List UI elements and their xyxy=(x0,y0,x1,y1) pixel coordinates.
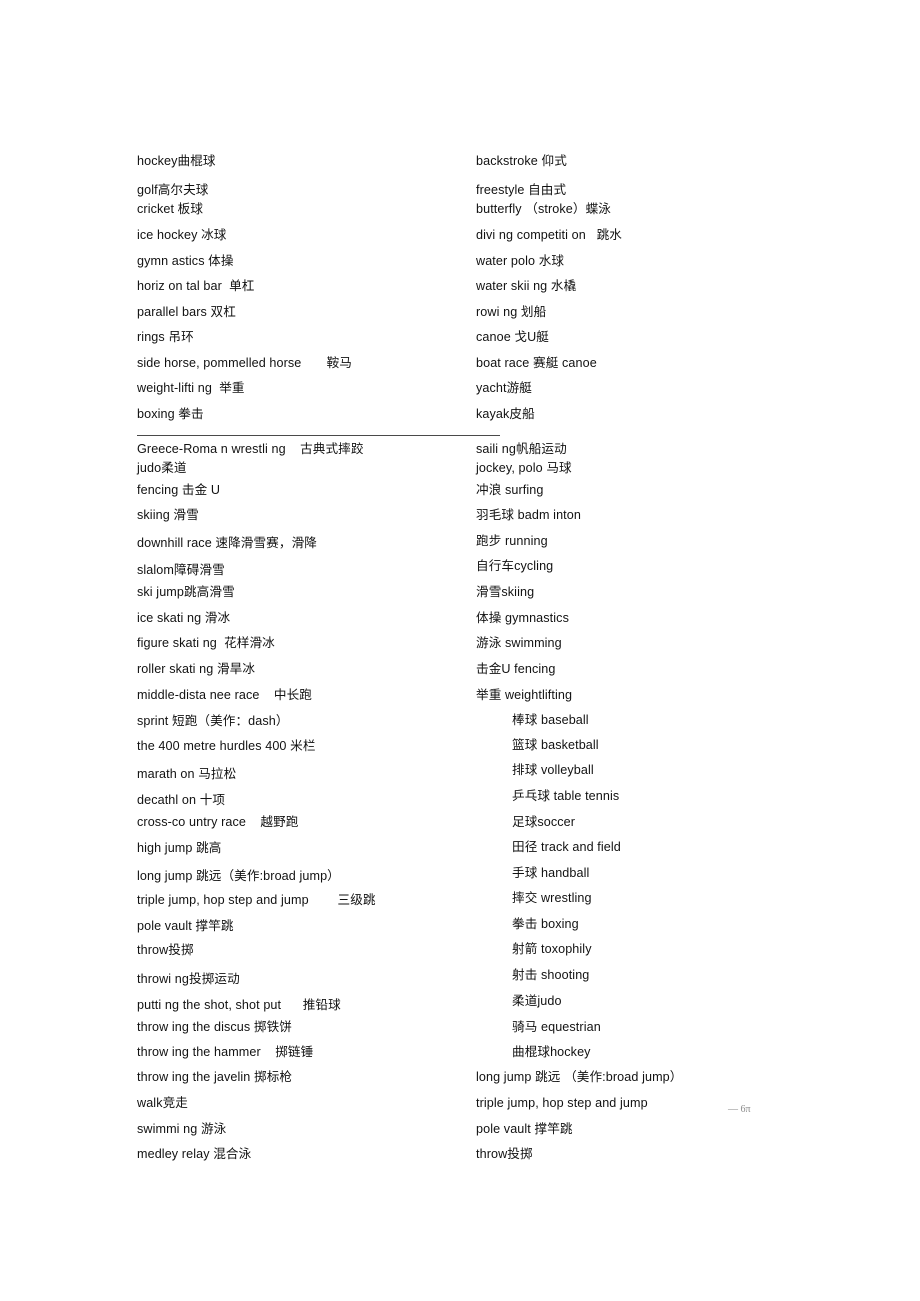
vocab-entry: 跑步 running xyxy=(476,534,548,548)
vocab-entry: weight-lifti ng 举重 xyxy=(137,381,245,395)
vocab-entry: Greece-Roma n wrestli ng 古典式摔跤 xyxy=(137,442,364,456)
vocab-entry: 排球 volleyball xyxy=(512,763,594,777)
vocab-entry: throwi ng投掷运动 xyxy=(137,972,240,986)
vocab-entry: water skii ng 水橇 xyxy=(476,279,577,293)
vocab-entry: butterfly （stroke）蝶泳 xyxy=(476,202,611,216)
vocab-entry: 举重 weightlifting xyxy=(476,688,573,702)
vocab-entry: horiz on tal bar 单杠 xyxy=(137,279,255,293)
vocab-entry: throw投掷 xyxy=(137,943,194,957)
document-page: hockey曲棍球 golf高尔夫球 cricket 板球 ice hockey 冰球… xyxy=(0,0,920,1301)
vocab-entry: 曲棍球hockey xyxy=(512,1045,591,1059)
vocab-entry: 滑雪skiing xyxy=(476,585,535,599)
vocab-entry: divi ng competiti on 跳水 xyxy=(476,228,622,242)
vocab-entry: 射击 shooting xyxy=(512,968,590,982)
vocab-entry: throw ing the discus 掷铁饼 xyxy=(137,1020,292,1034)
vocab-entry: saili ng帆船运动 xyxy=(476,442,567,456)
vocab-entry: medley relay 混合泳 xyxy=(137,1147,252,1161)
vocab-entry: 自行车cycling xyxy=(476,559,554,573)
vocab-entry: golf高尔夫球 xyxy=(137,183,209,197)
vocab-entry: throw ing the javelin 掷标枪 xyxy=(137,1070,293,1084)
vocab-entry: swimmi ng 游泳 xyxy=(137,1122,227,1136)
vocab-entry: rings 吊环 xyxy=(137,330,194,344)
vocab-entry: 摔交 wrestling xyxy=(512,891,592,905)
vocab-entry: cross-co untry race 越野跑 xyxy=(137,815,299,829)
vocab-entry: fencing 击金 U xyxy=(137,483,221,497)
vocab-entry: hockey曲棍球 xyxy=(137,154,216,168)
vocab-entry: backstroke 仰式 xyxy=(476,154,567,168)
vocab-entry: figure skati ng 花样滑冰 xyxy=(137,636,275,650)
vocab-entry: ice skati ng 滑冰 xyxy=(137,611,231,625)
vocab-entry: 射箭 toxophily xyxy=(512,942,592,956)
vocab-entry: decathl on 十项 xyxy=(137,793,226,807)
vocab-entry: boat race 赛艇 canoe xyxy=(476,356,597,370)
vocab-entry: 棒球 baseball xyxy=(512,713,589,727)
vocab-entry: side horse, pommelled horse 鞍马 xyxy=(137,356,352,370)
vocab-entry: triple jump, hop step and jump 三级跳 xyxy=(137,893,376,907)
section-divider-rule xyxy=(137,435,500,436)
vocab-entry: walk竞走 xyxy=(137,1096,188,1110)
vocab-entry: slalom障碍滑雪 xyxy=(137,563,225,577)
vocab-entry: water polo 水球 xyxy=(476,254,565,268)
vocab-entry: long jump 跳远 （美作:broad jump） xyxy=(476,1070,683,1084)
vocab-entry: rowi ng 划船 xyxy=(476,305,547,319)
vocab-entry: ski jump跳高滑雪 xyxy=(137,585,235,599)
vocab-entry: 冲浪 surfing xyxy=(476,483,544,497)
vocab-entry: cricket 板球 xyxy=(137,202,204,216)
vocab-entry: jockey, polo 马球 xyxy=(476,461,572,475)
vocab-entry: 羽毛球 badm inton xyxy=(476,508,581,522)
vocab-entry: putti ng the shot, shot put 推铅球 xyxy=(137,998,341,1012)
vocab-entry: 柔道judo xyxy=(512,994,562,1008)
vocab-entry: marath on 马拉松 xyxy=(137,767,237,781)
vocab-entry: middle-dista nee race 中长跑 xyxy=(137,688,312,702)
vocab-entry: 击金U fencing xyxy=(476,662,556,676)
vocab-entry: 游泳 swimming xyxy=(476,636,562,650)
vocab-entry: throw ing the hammer 掷链锤 xyxy=(137,1045,314,1059)
vocab-entry: boxing 拳击 xyxy=(137,407,204,421)
vocab-entry: 篮球 basketball xyxy=(512,738,599,752)
vocab-entry: parallel bars 双杠 xyxy=(137,305,236,319)
vocab-entry: judo柔道 xyxy=(137,461,187,475)
vocab-entry: 乒乓球 table tennis xyxy=(512,789,620,803)
vocab-entry: 骑马 equestrian xyxy=(512,1020,601,1034)
page-mark: — 6π xyxy=(728,1104,751,1115)
vocab-entry: long jump 跳远（美作:broad jump） xyxy=(137,869,340,883)
vocab-entry: skiing 滑雪 xyxy=(137,508,199,522)
vocab-entry: gymn astics 体操 xyxy=(137,254,234,268)
vocab-entry: pole vault 撑竿跳 xyxy=(476,1122,573,1136)
vocab-entry: roller skati ng 滑旱冰 xyxy=(137,662,256,676)
vocab-entry: throw投掷 xyxy=(476,1147,533,1161)
vocab-entry: downhill race 速降滑雪赛，滑降 xyxy=(137,536,317,550)
vocab-entry: 体操 gymnastics xyxy=(476,611,569,625)
vocab-entry: sprint 短跑（美作：dash） xyxy=(137,714,289,728)
vocab-entry: triple jump, hop step and jump xyxy=(476,1096,648,1110)
vocab-entry: canoe 戈U艇 xyxy=(476,330,549,344)
vocab-entry: freestyle 自由式 xyxy=(476,183,567,197)
vocab-entry: yacht游艇 xyxy=(476,381,532,395)
vocab-entry: the 400 metre hurdles 400 米栏 xyxy=(137,739,316,753)
vocab-entry: 足球soccer xyxy=(512,815,576,829)
vocab-entry: high jump 跳高 xyxy=(137,841,222,855)
vocab-entry: 拳击 boxing xyxy=(512,917,579,931)
vocab-entry: pole vault 撑竿跳 xyxy=(137,919,234,933)
vocab-entry: 田径 track and field xyxy=(512,840,621,854)
vocab-entry: ice hockey 冰球 xyxy=(137,228,227,242)
vocab-entry: 手球 handball xyxy=(512,866,590,880)
vocab-entry: kayak皮船 xyxy=(476,407,535,421)
